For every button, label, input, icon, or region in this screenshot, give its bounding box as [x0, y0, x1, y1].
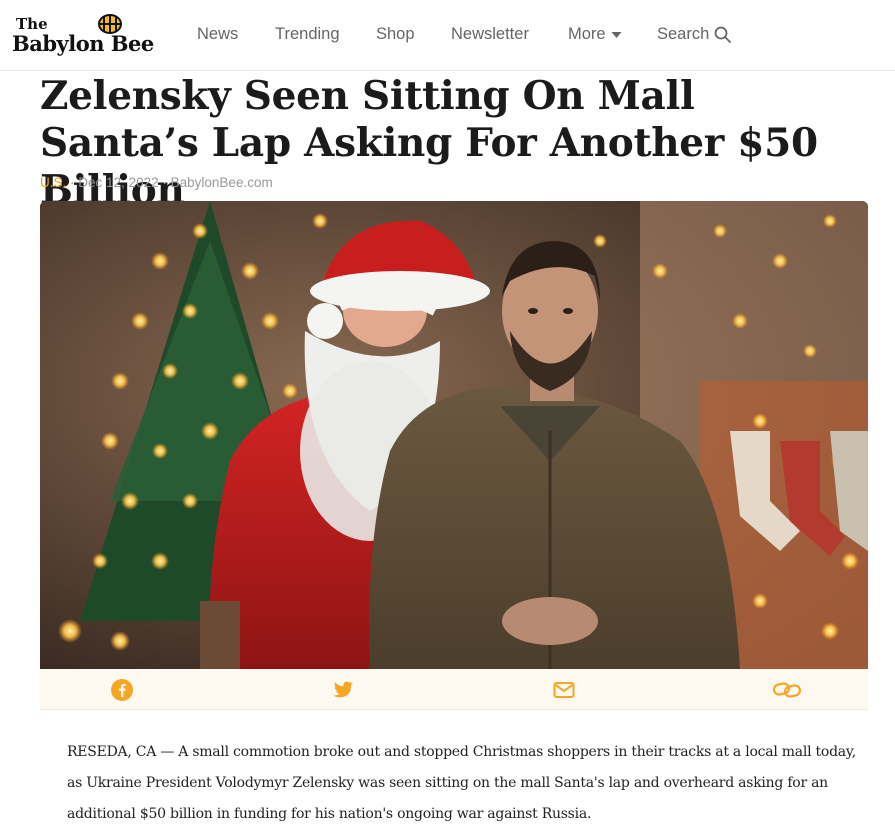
article-source: BabylonBee.com [170, 175, 273, 190]
site-logo[interactable]: The Babylon Bee [12, 11, 162, 59]
link-icon[interactable] [772, 678, 802, 702]
site-header: The Babylon Bee News Trending Shop Newsl… [0, 0, 895, 71]
facebook-icon[interactable] [110, 678, 134, 702]
nav-label: Search [657, 25, 710, 43]
nav-label: More [568, 25, 606, 43]
article-meta: U.S. · Dec 12, 2022 · BabylonBee.com [40, 175, 273, 190]
nav-label: Newsletter [451, 25, 529, 43]
nav-label: Trending [275, 25, 340, 43]
email-icon[interactable] [552, 678, 576, 702]
twitter-icon[interactable] [331, 678, 355, 702]
hero-illustration [40, 201, 868, 669]
nav-label: News [197, 25, 239, 43]
hero-image [40, 201, 868, 669]
nav-item-trending[interactable]: Trending [275, 25, 340, 44]
nav-item-more[interactable]: More [568, 25, 622, 44]
article-date: Dec 12, 2022 [78, 175, 159, 190]
article-category[interactable]: U.S. [40, 175, 66, 190]
nav-item-shop[interactable]: Shop [376, 25, 415, 44]
share-bar [40, 669, 868, 710]
article-body-paragraph: RESEDA, CA — A small commotion broke out… [67, 744, 856, 822]
meta-separator: · [70, 175, 75, 190]
nav-item-newsletter[interactable]: Newsletter [451, 25, 529, 44]
nav-item-news[interactable]: News [197, 25, 238, 44]
nav-label: Shop [376, 25, 415, 43]
article-headline: Zelensky Seen Sitting On Mall Santa’s La… [40, 73, 818, 213]
nav-item-search[interactable]: Search [657, 25, 732, 44]
logo-name-text: Babylon Bee [12, 31, 154, 56]
caret-down-icon [611, 31, 622, 38]
search-icon [714, 26, 732, 43]
meta-separator: · [162, 175, 167, 190]
